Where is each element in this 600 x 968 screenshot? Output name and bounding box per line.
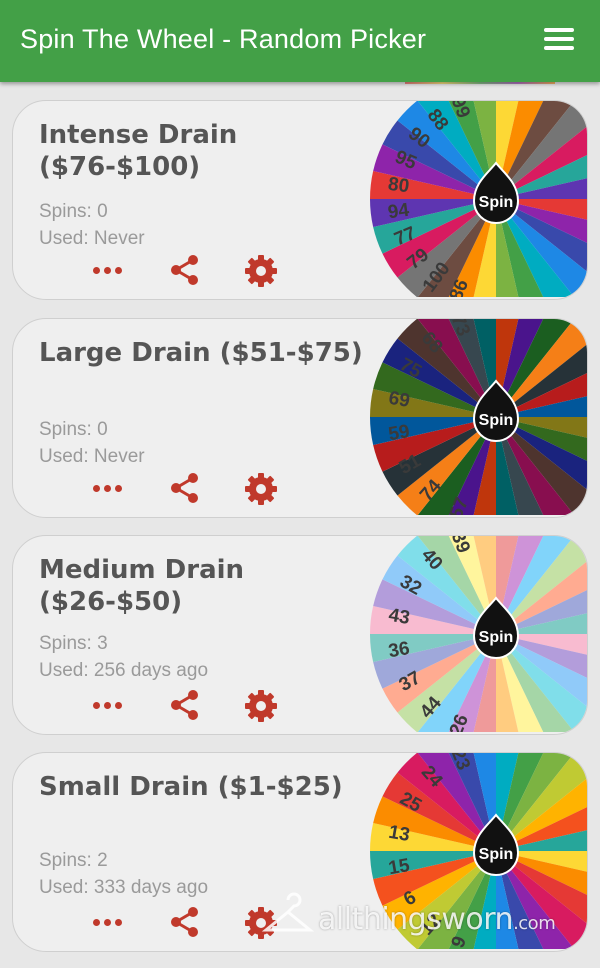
spins-count: Spins: 0: [39, 419, 108, 440]
watermark-text: allthingsworn.com: [318, 902, 556, 937]
wheel-preview[interactable]: 86 100 79 77 94 80 95 90 88 99 Spin: [361, 101, 587, 297]
spins-count: Spins: 0: [39, 201, 108, 222]
wheel-title: Large Drain ($51-$75): [39, 338, 363, 368]
spins-count: Spins: 2: [39, 850, 108, 871]
wheel-card-intense[interactable]: Intense Drain ($76-$100) Spins: 0 Used: …: [12, 100, 588, 300]
wheel-title: Small Drain ($1-$25): [39, 772, 343, 802]
last-used: Used: Never: [39, 446, 145, 467]
hanger-icon: [261, 892, 315, 932]
wheel-label: 15: [387, 855, 412, 879]
last-used: Used: 333 days ago: [39, 877, 209, 898]
wheel-label: 13: [387, 822, 411, 846]
wheel-label: 94: [387, 200, 411, 224]
more-options-button[interactable]: [93, 905, 133, 941]
share-button[interactable]: [169, 688, 209, 724]
wheel-label: 59: [387, 421, 411, 445]
spins-count: Spins: 3: [39, 633, 108, 654]
last-used: Used: Never: [39, 228, 145, 249]
wheel-card-large[interactable]: Large Drain ($51-$75) Spins: 0 Used: Nev…: [12, 318, 588, 518]
wheel-card-medium[interactable]: Medium Drain ($26-$50) Spins: 3 Used: 25…: [12, 535, 588, 735]
more-options-button[interactable]: [93, 688, 133, 724]
more-options-button[interactable]: [93, 253, 133, 289]
wheel-label: 69: [387, 388, 411, 412]
wheel-graphic: 2644373643324039Spin: [370, 536, 587, 732]
share-icon: [171, 907, 198, 937]
share-icon: [171, 473, 198, 503]
spin-label: Spin: [479, 194, 514, 211]
share-icon: [171, 255, 198, 285]
settings-button[interactable]: [243, 688, 283, 724]
watermark: allthingsworn.com: [260, 888, 590, 948]
share-button[interactable]: [169, 471, 209, 507]
wheel-label: 80: [387, 174, 411, 198]
hamburger-menu-icon[interactable]: [544, 28, 574, 52]
wheel-graphic: 861007977948095908899Spin: [370, 101, 587, 297]
settings-button[interactable]: [243, 253, 283, 289]
gear-icon: [245, 690, 277, 722]
wheel-preview[interactable]: 57 74 51 59 69 75 68 73 Spin: [361, 319, 587, 515]
wheel-title: Intense Drain ($76-$100): [39, 120, 238, 182]
app-title: Spin The Wheel - Random Picker: [20, 24, 427, 54]
last-used: Used: 256 days ago: [39, 660, 209, 681]
spin-label: Spin: [479, 629, 514, 646]
share-button[interactable]: [169, 905, 209, 941]
share-icon: [171, 690, 198, 720]
app-bar: Spin The Wheel - Random Picker: [0, 0, 600, 82]
more-options-button[interactable]: [93, 471, 133, 507]
gear-icon: [245, 255, 277, 287]
spin-label: Spin: [479, 846, 514, 863]
wheel-label: 43: [387, 605, 411, 629]
gear-icon: [245, 473, 277, 505]
wheel-graphic: 5774515969756873Spin: [370, 319, 587, 515]
settings-button[interactable]: [243, 471, 283, 507]
wheel-title: Medium Drain ($26-$50): [39, 555, 245, 617]
share-button[interactable]: [169, 253, 209, 289]
wheel-label: 36: [387, 638, 411, 662]
spin-label: Spin: [479, 412, 514, 429]
wheel-preview[interactable]: 26 44 37 36 43 32 40 39 Spin: [361, 536, 587, 732]
